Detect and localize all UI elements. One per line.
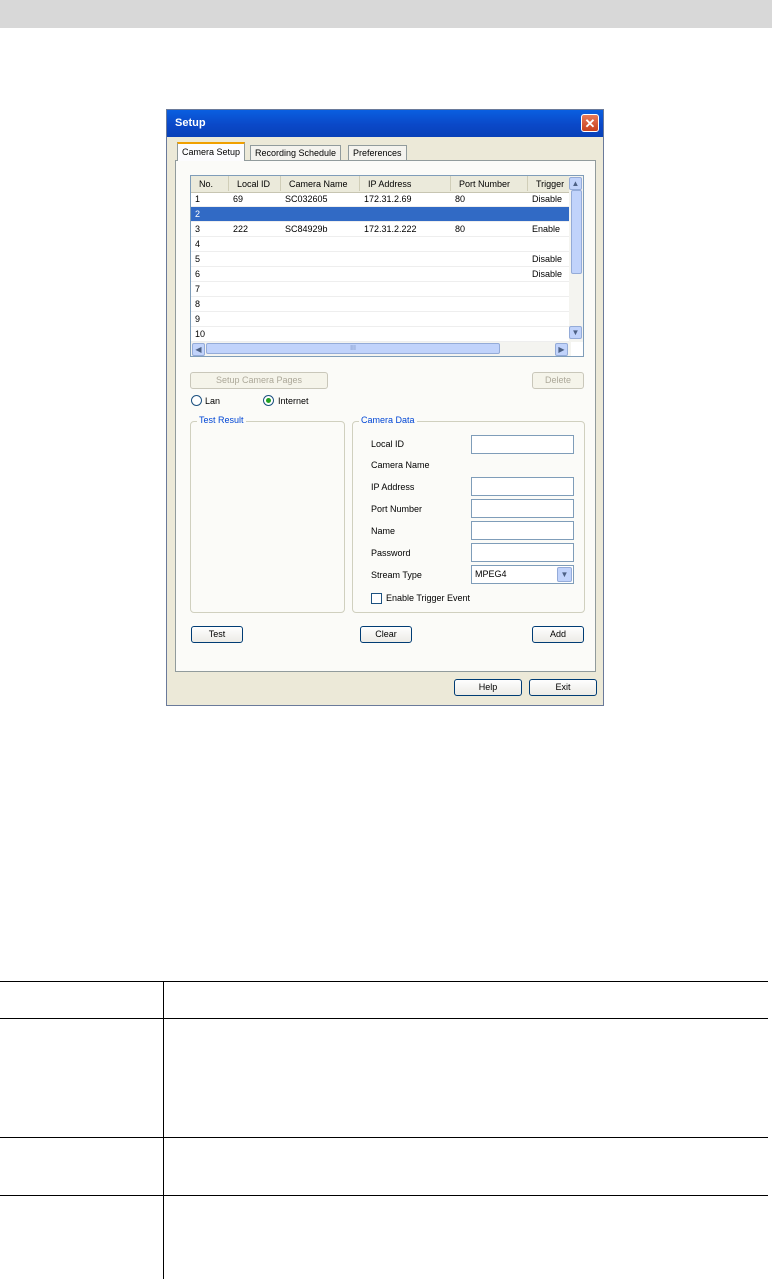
- cell-trigger: Disable: [532, 194, 563, 204]
- tab-preferences[interactable]: Preferences: [348, 145, 407, 160]
- col-header-no[interactable]: No.: [191, 176, 229, 191]
- cell-camera-name: SC032605: [285, 194, 328, 204]
- help-button[interactable]: Help: [454, 679, 522, 696]
- lan-label: Lan: [205, 396, 221, 406]
- exit-button[interactable]: Exit: [529, 679, 597, 696]
- page-header-bar: [0, 0, 772, 28]
- table-top-rule: [0, 981, 768, 982]
- test-button[interactable]: Test: [191, 626, 243, 643]
- scroll-left-icon[interactable]: ◀: [192, 343, 205, 356]
- table-row-rule: [0, 1137, 768, 1138]
- cell-no: 9: [195, 314, 201, 324]
- ip-address-input[interactable]: [471, 477, 574, 496]
- test-result-group: Test Result: [190, 415, 345, 613]
- internet-radio[interactable]: [263, 395, 274, 406]
- table-row[interactable]: 1 69 SC032605 172.31.2.69 80 Disable: [191, 192, 571, 207]
- camera-name-label: Camera Name: [371, 460, 430, 470]
- cell-trigger: Enable: [532, 224, 561, 234]
- setup-camera-pages-button[interactable]: Setup Camera Pages: [190, 372, 328, 389]
- scroll-down-icon[interactable]: ▼: [569, 326, 582, 339]
- col-header-trigger[interactable]: Trigger: [528, 176, 571, 191]
- table-row[interactable]: 5 Disable: [191, 252, 571, 267]
- camera-data-group: Camera Data Local ID Camera Name IP Addr…: [352, 415, 585, 613]
- lan-radio[interactable]: [191, 395, 202, 406]
- table-row[interactable]: 8: [191, 297, 571, 312]
- col-header-port-number[interactable]: Port Number: [451, 176, 528, 191]
- setup-window: Setup ✕ Camera Setup Recording Schedule …: [166, 109, 604, 706]
- cell-port-number: 80: [455, 194, 466, 204]
- horizontal-scroll-thumb[interactable]: III: [206, 343, 500, 354]
- grid-header: No. Local ID Camera Name IP Address Port…: [191, 176, 571, 193]
- vertical-scrollbar[interactable]: ▲ ▼: [569, 176, 583, 342]
- scroll-right-icon[interactable]: ▶: [555, 343, 568, 356]
- cell-no: 5: [195, 254, 201, 264]
- add-button[interactable]: Add: [532, 626, 584, 643]
- camera-data-label: Camera Data: [359, 415, 417, 425]
- table-row[interactable]: 9: [191, 312, 571, 327]
- horizontal-scrollbar[interactable]: ◀ III ▶: [191, 342, 571, 356]
- cell-local-id: 222: [233, 224, 249, 234]
- port-number-label: Port Number: [371, 504, 423, 514]
- enable-trigger-label: Enable Trigger Event: [386, 593, 471, 603]
- cell-no: 4: [195, 239, 201, 249]
- camera-setup-panel: No. Local ID Camera Name IP Address Port…: [175, 160, 596, 672]
- cell-port-number: 80: [455, 224, 466, 234]
- col-header-camera-name[interactable]: Camera Name: [281, 176, 360, 191]
- ip-address-label: IP Address: [371, 482, 415, 492]
- table-column-divider: [163, 981, 164, 1279]
- local-id-input[interactable]: [471, 435, 574, 454]
- cell-ip-address: 172.31.2.69: [364, 194, 412, 204]
- cell-no: 1: [195, 194, 201, 204]
- window-title: Setup: [175, 117, 206, 129]
- stream-type-select[interactable]: MPEG4 ▼: [471, 565, 574, 584]
- table-row[interactable]: 10: [191, 327, 571, 342]
- title-bar[interactable]: Setup ✕: [167, 110, 603, 137]
- table-header-rule: [0, 1018, 768, 1019]
- cell-trigger: Disable: [532, 269, 563, 279]
- stream-type-label: Stream Type: [371, 570, 422, 580]
- table-row[interactable]: 4: [191, 237, 571, 252]
- cell-no: 3: [195, 224, 201, 234]
- cell-no: 2: [195, 209, 201, 219]
- table-row[interactable]: 2: [191, 207, 571, 222]
- tab-recording-schedule[interactable]: Recording Schedule: [250, 145, 342, 160]
- name-input[interactable]: [471, 521, 574, 540]
- stream-type-value: MPEG4: [475, 569, 507, 579]
- camera-grid[interactable]: No. Local ID Camera Name IP Address Port…: [190, 175, 584, 357]
- col-header-ip-address[interactable]: IP Address: [360, 176, 451, 191]
- password-input[interactable]: [471, 543, 574, 562]
- clear-button[interactable]: Clear: [360, 626, 412, 643]
- cell-ip-address: 172.31.2.222: [364, 224, 417, 234]
- vertical-scroll-thumb[interactable]: [571, 190, 582, 274]
- table-row[interactable]: 7: [191, 282, 571, 297]
- table-row[interactable]: 3 222 SC84929b 172.31.2.222 80 Enable: [191, 222, 571, 237]
- table-row[interactable]: 6 Disable: [191, 267, 571, 282]
- cell-trigger: Disable: [532, 254, 563, 264]
- cell-no: 10: [195, 329, 206, 339]
- cell-camera-name: SC84929b: [285, 224, 328, 234]
- cell-no: 6: [195, 269, 201, 279]
- tab-camera-setup[interactable]: Camera Setup: [177, 142, 246, 161]
- cell-no: 8: [195, 299, 201, 309]
- port-number-input[interactable]: [471, 499, 574, 518]
- internet-label: Internet: [278, 396, 309, 406]
- col-header-local-id[interactable]: Local ID: [229, 176, 281, 191]
- table-row-rule: [0, 1195, 768, 1196]
- delete-button[interactable]: Delete: [532, 372, 584, 389]
- cell-local-id: 69: [233, 194, 244, 204]
- scroll-up-icon[interactable]: ▲: [569, 177, 582, 190]
- close-button[interactable]: ✕: [581, 114, 599, 132]
- cell-no: 7: [195, 284, 201, 294]
- password-label: Password: [371, 548, 411, 558]
- local-id-label: Local ID: [371, 439, 405, 449]
- chevron-down-icon[interactable]: ▼: [557, 567, 572, 582]
- test-result-label: Test Result: [197, 415, 246, 425]
- name-label: Name: [371, 526, 396, 536]
- enable-trigger-checkbox[interactable]: [371, 593, 382, 604]
